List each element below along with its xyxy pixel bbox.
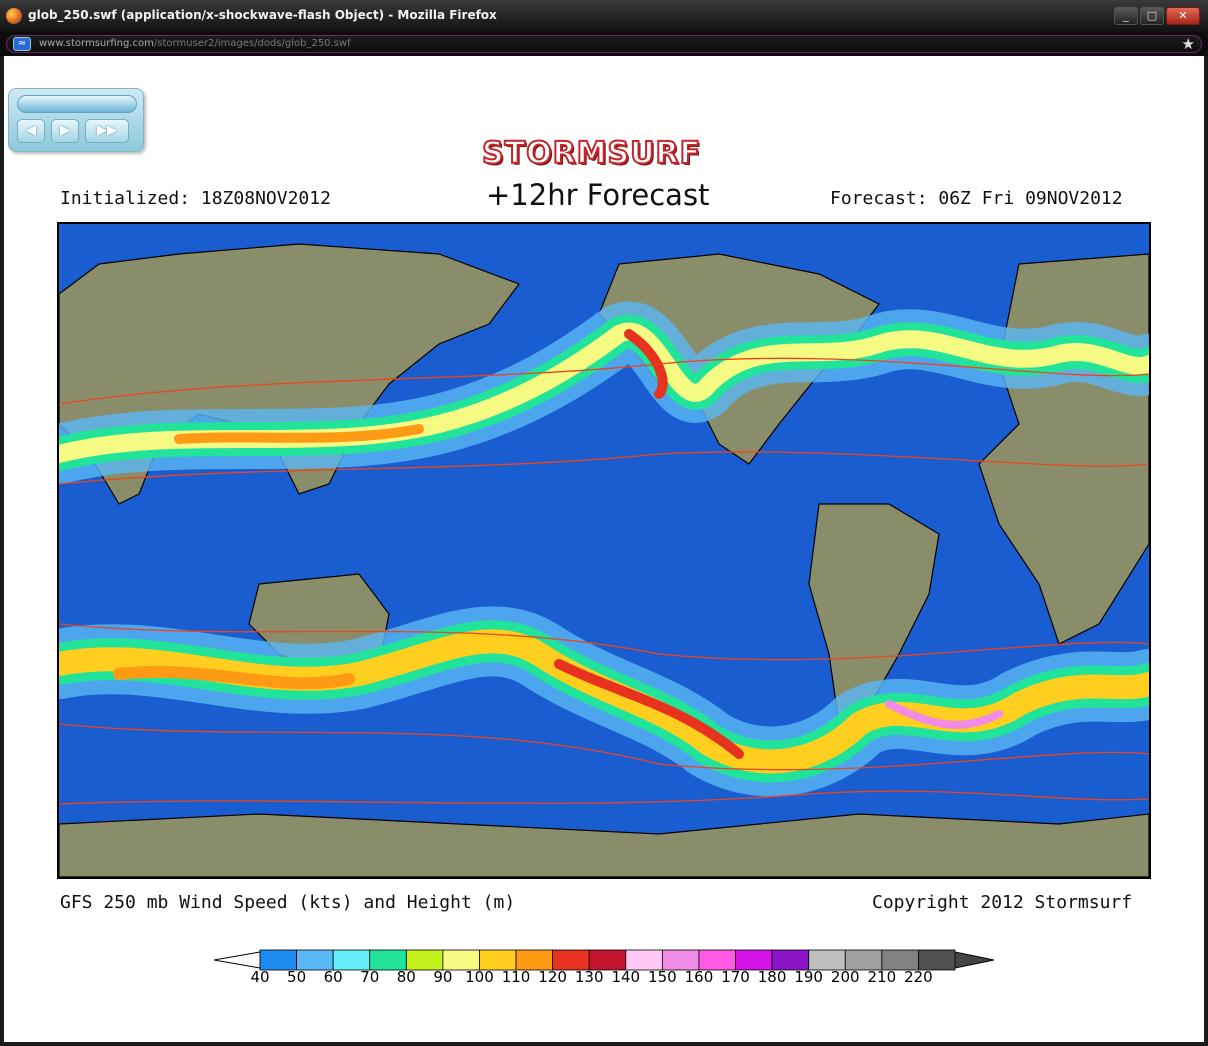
star-icon[interactable]: ★ [1182,35,1195,53]
legend-tick-label: 60 [323,968,343,986]
progress-pill[interactable] [17,95,137,113]
forecast-title: +12hr Forecast [486,178,710,212]
navigation-bar: ≈ www.stormsurfing.com/stormuser2/images… [0,32,1208,56]
url-text[interactable]: www.stormsurfing.com/stormuser2/images/d… [39,38,351,49]
close-button[interactable]: ✕ [1166,7,1200,25]
legend-swatch [918,949,956,971]
legend-tick-label: 150 [648,968,677,986]
legend-swatch [661,949,700,971]
firefox-icon [6,8,22,24]
legend-tick-label: 50 [287,968,307,986]
window-titlebar: glob_250.swf (application/x-shockwave-fl… [0,0,1208,32]
legend-low-arrow [214,951,261,969]
legend-swatch [296,949,334,971]
legend-swatch [735,949,773,971]
legend-tick-label: 140 [611,968,641,986]
legend-swatch [259,949,297,971]
site-identity-icon[interactable]: ≈ [13,37,31,51]
legend-swatch [552,949,590,971]
legend-swatch [405,949,444,971]
window-controls: _ □ ✕ [1114,7,1200,25]
map-image [59,224,1149,877]
legend-swatch [479,949,517,971]
legend-tick-label: 90 [433,968,453,986]
maximize-button[interactable]: □ [1140,7,1164,25]
legend-tick-label: 130 [574,968,604,986]
legend-swatch [771,949,810,971]
legend-tick-label: 180 [757,968,787,986]
play-button[interactable]: ▶ [51,119,79,143]
legend-tick-label: 120 [538,968,567,986]
legend-swatch [881,949,919,971]
previous-frame-button[interactable]: ◀ [17,119,45,143]
legend-swatch [369,949,407,971]
legend-tick-label: 210 [867,968,897,986]
legend-swatches [259,949,956,971]
legend-tick-label: 190 [794,968,823,986]
forecast-valid-time: Forecast: 06Z Fri 09NOV2012 [830,188,1123,209]
legend-tick-label: 40 [250,968,270,986]
legend-swatch [625,949,663,971]
animation-controls: ◀ ▶ ▶▶ [8,88,144,152]
legend-tick-label: 70 [360,968,380,986]
legend-swatch [808,949,846,971]
legend-swatch [588,949,627,971]
address-bar[interactable]: ≈ www.stormsurfing.com/stormuser2/images… [6,35,1202,53]
legend-tick-label: 170 [721,968,750,986]
wind-speed-map [57,222,1151,879]
legend-tick-label: 80 [396,968,416,986]
legend-swatch [442,949,480,971]
legend-tick-label: 200 [830,968,860,986]
initialized-time: Initialized: 18Z08NOV2012 [60,188,331,209]
legend-high-arrow [954,951,995,969]
legend-swatch [698,949,736,971]
minimize-button[interactable]: _ [1114,7,1138,25]
legend-swatch [844,949,883,971]
page-content: ◀ ▶ ▶▶ STORMSURF Initialized: 18Z08NOV20… [4,56,1204,1042]
legend-tick-label: 110 [501,968,531,986]
map-caption: GFS 250 mb Wind Speed (kts) and Height (… [60,892,516,913]
url-path: /stormuser2/images/dods/glob_250.swf [153,38,351,49]
legend-tick-label: 220 [904,968,933,986]
legend-swatch [332,949,371,971]
url-host: www.stormsurfing.com [39,38,154,49]
fast-forward-button[interactable]: ▶▶ [85,119,129,143]
copyright-text: Copyright 2012 Stormsurf [872,892,1133,913]
window-title: glob_250.swf (application/x-shockwave-fl… [28,8,497,22]
stormsurf-logo: STORMSURF [481,135,702,172]
legend-swatch [515,949,554,971]
legend-tick-label: 160 [684,968,714,986]
legend-tick-label: 100 [465,968,494,986]
